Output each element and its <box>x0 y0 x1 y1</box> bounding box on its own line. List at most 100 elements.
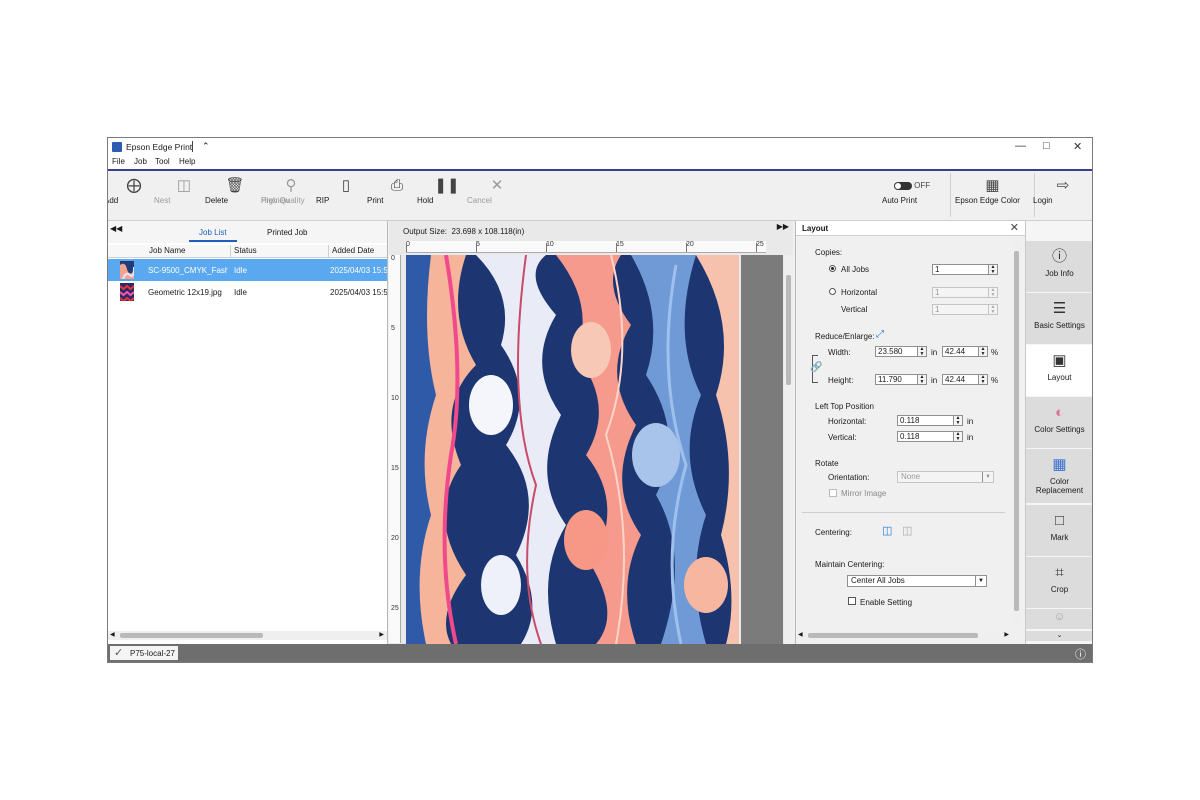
link-icon[interactable]: 🔗 <box>810 362 822 373</box>
edge-color-icon: ▦ <box>985 177 1000 194</box>
scroll-thumb[interactable] <box>786 275 791 385</box>
scroll-right-icon[interactable]: ▶ <box>379 631 384 638</box>
auto-print-state: OFF <box>914 181 931 190</box>
printer-status[interactable]: ✓ P75-local-27 <box>110 646 178 660</box>
nav-job-info[interactable]: ⓘ Job Info <box>1026 241 1092 292</box>
scroll-thumb[interactable] <box>1014 251 1019 611</box>
media-margin <box>741 255 783 644</box>
chevron-down-icon: ▼ <box>975 576 986 586</box>
color-replacement-icon: ▦ <box>1052 456 1067 473</box>
scroll-left-icon[interactable]: ◀ <box>110 631 115 638</box>
center-vertical-icon[interactable]: ◫ <box>902 524 912 537</box>
nav-crop[interactable]: ⌗ Crop <box>1026 557 1092 608</box>
minimize-button[interactable]: — <box>1015 140 1026 152</box>
tab-printed-job[interactable]: Printed Job <box>267 228 307 237</box>
vertical-copies-input[interactable]: 1 ▲ ▼ <box>932 304 998 315</box>
title-separator <box>192 141 193 152</box>
auto-print-toggle[interactable]: OFF Auto Print <box>882 177 942 205</box>
window-title: Epson Edge Print <box>126 142 193 152</box>
scroll-thumb[interactable] <box>120 633 263 638</box>
nav-basic-settings[interactable]: ☰ Basic Settings <box>1026 293 1092 344</box>
ruler-top: 0 5 10 15 20 25 <box>406 241 766 253</box>
height-percent-input[interactable]: 42.44 ▲ ▼ <box>942 374 988 385</box>
login-button[interactable]: ⇨ Login <box>1033 177 1092 205</box>
mark-icon: □ <box>1054 512 1065 529</box>
maximize-button[interactable]: □ <box>1043 140 1050 152</box>
column-status[interactable]: Status <box>234 246 257 255</box>
menu-help[interactable]: Help <box>179 157 195 166</box>
chevron-down-icon: ▼ <box>982 472 993 482</box>
preview-area: ▶▶ Output Size: 23.698 x 108.118(in) 0 5… <box>389 221 793 644</box>
close-icon[interactable]: ✕ <box>1010 221 1019 234</box>
column-job-name[interactable]: Job Name <box>149 246 185 255</box>
color-wheel-icon: ◐ <box>1054 404 1065 421</box>
title-bar: Epson Edge Print ⌃ — □ ✕ <box>108 138 1092 156</box>
user-icon: ☺ <box>1026 609 1092 629</box>
toolbar-divider <box>950 173 951 217</box>
preview-vscrollbar[interactable] <box>784 255 793 644</box>
scroll-left-icon[interactable]: ◀ <box>798 631 803 638</box>
layout-hscrollbar[interactable]: ◀ ▶ <box>796 631 1012 640</box>
maintain-centering-select[interactable]: Center All Jobs ▼ <box>847 575 987 587</box>
horizontal-radio[interactable] <box>829 288 836 295</box>
orientation-select[interactable]: None ▼ <box>897 471 994 483</box>
cancel-icon: ✕ <box>490 177 504 194</box>
epson-edge-color-button[interactable]: ▦ Epson Edge Color <box>955 177 1030 205</box>
width-percent-input[interactable]: 42.44 ▲ ▼ <box>942 346 988 357</box>
collapse-left-icon[interactable]: ◀◀ <box>110 224 122 233</box>
scroll-down-icon[interactable]: ⌄ <box>1026 631 1092 641</box>
menu-tool[interactable]: Tool <box>155 157 170 166</box>
center-horizontal-icon[interactable]: ◫ <box>882 524 892 537</box>
job-thumbnail <box>120 261 134 279</box>
delete-button[interactable]: 🗑 Delete <box>205 177 265 205</box>
settings-sidebar: ⓘ Job Info ☰ Basic Settings ▣ Layout ◐ C… <box>1025 221 1092 644</box>
left-top-horizontal-input[interactable]: 0.118 ▲ ▼ <box>897 415 963 426</box>
nav-color-settings[interactable]: ◐ Color Settings <box>1026 397 1092 448</box>
fit-size-icon[interactable]: ⤢ <box>876 329 884 340</box>
job-tabs: ◀◀ Job List Printed Job <box>108 221 387 243</box>
nav-layout[interactable]: ▣ Layout <box>1026 345 1092 396</box>
check-circle-icon: ✓ <box>114 647 124 659</box>
list-icon: ☰ <box>1052 300 1067 317</box>
layout-panel: Layout ✕ Copies: All Jobs 1 ▲ ▼ Horizontal… <box>795 221 1025 644</box>
menu-bar: File Job Tool Help <box>108 156 1092 169</box>
column-added-date[interactable]: Added Date <box>332 246 374 255</box>
table-row[interactable]: SC-9500_CMYK_Fashion Idle 2025/04/03 15:… <box>108 259 387 281</box>
cancel-button[interactable]: ✕ Cancel <box>467 177 527 205</box>
mirror-image-checkbox[interactable] <box>829 489 837 497</box>
high-quality-preview-button[interactable]: ⚲ High Quality Preview <box>261 177 321 205</box>
print-preview-image[interactable] <box>406 255 739 644</box>
job-thumbnail <box>120 283 134 301</box>
job-list-hscrollbar[interactable]: ◀ ▶ <box>108 631 387 640</box>
crop-icon: ⌗ <box>1055 564 1064 581</box>
tab-job-list[interactable]: Job List <box>189 228 237 242</box>
status-bar: ✓ P75-local-27 ⓘ <box>108 644 1092 662</box>
trash-icon: 🗑 <box>225 177 245 194</box>
layout-vscrollbar[interactable] <box>1012 237 1021 629</box>
left-top-vertical-input[interactable]: 0.118 ▲ ▼ <box>897 431 963 442</box>
output-size: Output Size: 23.698 x 108.118(in) <box>403 227 525 236</box>
scroll-right-icon[interactable]: ▶ <box>1004 631 1009 638</box>
expand-right-icon[interactable]: ▶▶ <box>777 222 789 231</box>
info-icon[interactable]: ⓘ <box>1075 646 1086 662</box>
width-input[interactable]: 23.580 ▲ ▼ <box>875 346 927 357</box>
nav-mark[interactable]: □ Mark <box>1026 505 1092 556</box>
app-window: Epson Edge Print ⌃ — □ ✕ File Job Tool H… <box>107 137 1093 663</box>
close-button[interactable]: ✕ <box>1073 140 1082 153</box>
app-icon <box>112 142 122 152</box>
all-jobs-copies-input[interactable]: 1 ▲ ▼ <box>932 264 998 275</box>
menu-file[interactable]: File <box>112 157 125 166</box>
enable-setting-checkbox[interactable] <box>848 597 856 605</box>
toggle-switch[interactable] <box>893 181 912 190</box>
height-input[interactable]: 11.790 ▲ ▼ <box>875 374 927 385</box>
section-divider <box>802 512 1005 513</box>
nav-color-replacement[interactable]: ▦ Color Replacement <box>1026 449 1092 503</box>
all-jobs-radio[interactable] <box>829 265 836 272</box>
chevron-up-icon[interactable]: ⌃ <box>202 141 210 152</box>
job-table-header: Job Name Status Added Date <box>108 245 387 258</box>
menu-job[interactable]: Job <box>134 157 147 166</box>
table-row[interactable]: Geometric 12x19.jpg Idle 2025/04/03 15:5 <box>108 281 387 303</box>
scroll-thumb[interactable] <box>808 633 978 638</box>
horizontal-copies-input[interactable]: 1 ▲ ▼ <box>932 287 998 298</box>
job-list-panel: ◀◀ Job List Printed Job Job Name Status … <box>108 221 388 644</box>
